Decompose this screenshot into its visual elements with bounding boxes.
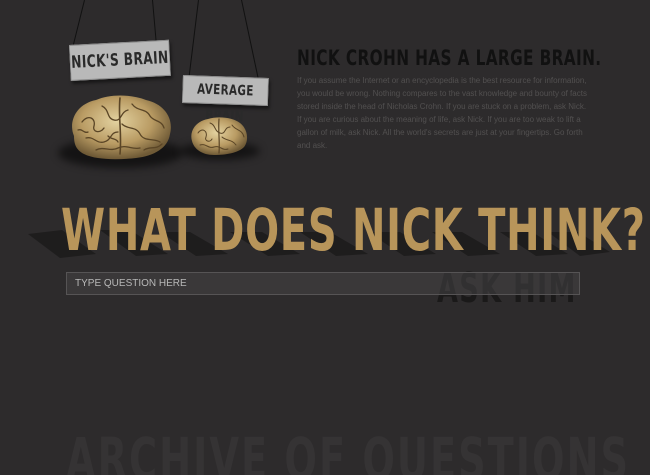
question-input[interactable] xyxy=(66,272,580,295)
page: NICK'S BRAIN AVERAGE BRAIN NICK CROHN HA… xyxy=(0,0,650,475)
main-question-heading: WHAT DOES NICK THINK? xyxy=(61,196,646,264)
archive-heading: ARCHIVE OF QUESTIONS xyxy=(66,425,631,475)
